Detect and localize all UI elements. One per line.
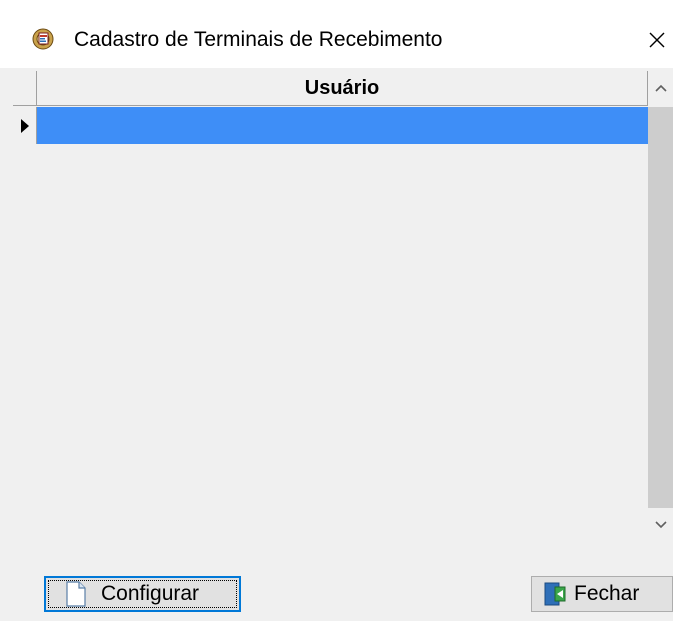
column-header-usuario[interactable]: Usuário	[37, 71, 648, 105]
document-icon	[66, 581, 86, 607]
registration-gear-icon	[32, 28, 54, 50]
close-icon	[649, 32, 664, 48]
table-row[interactable]	[13, 107, 648, 144]
scrollbar-track[interactable]	[648, 107, 673, 508]
focus-rectangle: Configurar	[48, 580, 237, 608]
grid-header-row: Usuário	[13, 71, 648, 106]
configurar-label: Configurar	[101, 582, 200, 605]
indicator-column-header	[13, 71, 37, 105]
close-button[interactable]	[640, 22, 673, 58]
fechar-label: Fechar	[574, 582, 640, 605]
title-bar: Cadastro de Terminais de Recebimento	[0, 0, 673, 68]
configurar-button[interactable]: Configurar	[44, 576, 241, 612]
fechar-button[interactable]: Fechar	[531, 576, 673, 612]
exit-door-icon	[544, 582, 566, 606]
window-title: Cadastro de Terminais de Recebimento	[74, 28, 443, 51]
chevron-up-icon	[654, 84, 667, 92]
chevron-down-icon	[654, 521, 667, 529]
row-indicator[interactable]	[13, 107, 37, 144]
scroll-up-button[interactable]	[648, 71, 673, 105]
table-cell-usuario[interactable]	[37, 107, 648, 144]
scroll-down-button[interactable]	[648, 508, 673, 542]
users-grid[interactable]: Usuário	[13, 71, 673, 544]
vertical-scrollbar[interactable]	[648, 71, 673, 544]
current-row-arrow-icon	[20, 118, 29, 133]
